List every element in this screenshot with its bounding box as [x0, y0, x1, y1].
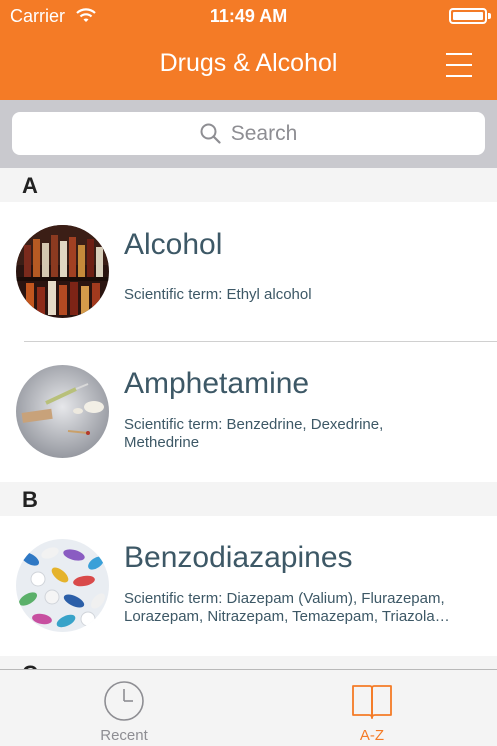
- search-input[interactable]: Search: [12, 112, 485, 155]
- item-title: Alcohol: [124, 228, 223, 261]
- tab-recent[interactable]: Recent: [0, 670, 248, 746]
- item-subtitle: Scientific term: Diazepam (Valium), Flur…: [124, 590, 474, 626]
- hamburger-icon: [446, 64, 472, 66]
- menu-button[interactable]: [446, 50, 474, 78]
- tab-bar: Recent A-Z: [0, 669, 497, 746]
- section-letter: B: [22, 487, 38, 512]
- book-icon: [352, 685, 392, 719]
- hamburger-icon: [446, 75, 472, 77]
- section-letter: A: [22, 173, 38, 198]
- search-bar: Search: [0, 100, 497, 168]
- item-title: Amphetamine: [124, 367, 310, 400]
- item-subtitle-line-2: Lorazepam, Nitrazepam, Temazepam, Triazo…: [124, 608, 450, 625]
- page-title: Drugs & Alcohol: [159, 49, 338, 77]
- search-icon: [200, 123, 221, 144]
- item-title: Benzodiazapines: [124, 541, 353, 574]
- section-header-b: B: [0, 482, 497, 516]
- hamburger-icon: [446, 53, 472, 55]
- list-item-amphetamine[interactable]: Amphetamine Scientific term: Benzedrine,…: [0, 342, 497, 482]
- clock-icon: [104, 681, 144, 721]
- section-header-a: A: [0, 168, 497, 202]
- status-time: 11:49 AM: [209, 6, 288, 26]
- battery-icon: [449, 8, 491, 24]
- item-subtitle-line-1: Scientific term: Diazepam (Valium), Flur…: [124, 590, 445, 607]
- item-subtitle-line-1: Scientific term: Benzedrine, Dexedrine,: [124, 416, 384, 433]
- list-item-alcohol[interactable]: Alcohol Scientific term: Ethyl alcohol: [0, 202, 497, 341]
- item-subtitle-line-2: Methedrine: [124, 434, 200, 451]
- list-item-benzodiazapines[interactable]: Benzodiazapines Scientific term: Diazepa…: [0, 516, 497, 656]
- amphetamine-thumbnail: [16, 365, 109, 458]
- tab-label: Recent: [100, 727, 148, 744]
- tab-a-z[interactable]: A-Z: [248, 670, 496, 746]
- tab-label: A-Z: [359, 727, 385, 744]
- header: Carrier 11:49 AM Drugs & Alcohol: [0, 0, 497, 100]
- alcohol-thumbnail: [16, 225, 109, 318]
- search-placeholder: Search: [230, 121, 298, 145]
- benzodiazapines-thumbnail: [16, 539, 109, 632]
- status-bar: Carrier 11:49 AM: [0, 0, 497, 33]
- item-subtitle: Scientific term: Benzedrine, Dexedrine, …: [124, 416, 474, 452]
- item-subtitle: Scientific term: Ethyl alcohol: [124, 286, 312, 303]
